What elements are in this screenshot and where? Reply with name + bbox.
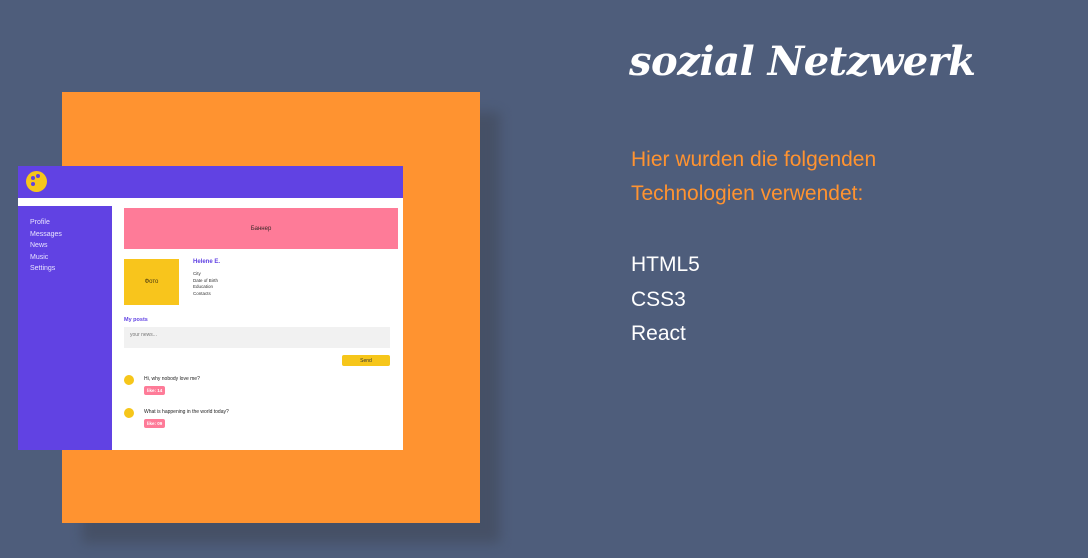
post-avatar-icon	[124, 375, 134, 385]
post-avatar-icon	[124, 408, 134, 418]
mock-nav-music: Music	[30, 253, 49, 261]
mock-nav-news: News	[30, 242, 48, 249]
technology-item: CSS3	[631, 287, 686, 311]
tech-intro-line-2: Technologien verwendet:	[631, 182, 864, 205]
technology-item: HTML5	[631, 253, 700, 276]
mock-nav-settings: Settings	[30, 265, 56, 272]
mock-profile-fields: City Date of Birth Education Contacts	[193, 271, 218, 297]
mock-sidebar: Profile Messages News Music Settings	[18, 206, 112, 450]
technology-item: React	[631, 322, 686, 345]
tech-intro-line-1: Hier wurden die folgenden	[631, 148, 877, 171]
project-screenshot[interactable]: Profile Messages News Music Settings Бан…	[18, 166, 403, 450]
mock-send-button: Send	[342, 355, 390, 366]
mock-post: What is happening in the world today? li…	[124, 408, 394, 434]
project-title: sozial Netzwerk	[629, 38, 976, 85]
tech-intro: Hier wurden die folgenden Technologien v…	[631, 143, 951, 211]
logo-icon	[26, 171, 47, 192]
mock-field-contacts: Contacts	[193, 290, 211, 296]
mock-nav-profile: Profile	[30, 219, 50, 226]
post-text: Hi, why nobody love me?	[144, 376, 200, 382]
post-like-badge: like: 14	[144, 386, 166, 395]
mock-header	[18, 166, 403, 198]
technology-list: HTML5 CSS3 React	[631, 248, 700, 352]
mock-post: Hi, why nobody love me? like: 14	[124, 375, 394, 401]
mock-profile-name: Helene E.	[193, 259, 221, 265]
mock-avatar: Фото	[124, 259, 179, 305]
mock-banner-label: Баннер	[250, 225, 272, 232]
mock-avatar-label: Фото	[144, 279, 159, 285]
post-text: What is happening in the world today?	[144, 409, 229, 415]
mock-banner: Баннер	[124, 208, 398, 249]
mock-content: Баннер Фото Helene E. City Date of Birth…	[124, 206, 398, 450]
mock-nav-messages: Messages	[30, 230, 62, 238]
post-like-badge: like: 09	[144, 419, 166, 428]
mock-send-label: Send	[360, 357, 372, 364]
mock-posts-title: My posts	[124, 317, 148, 323]
mock-post-input: your news...	[124, 327, 390, 348]
